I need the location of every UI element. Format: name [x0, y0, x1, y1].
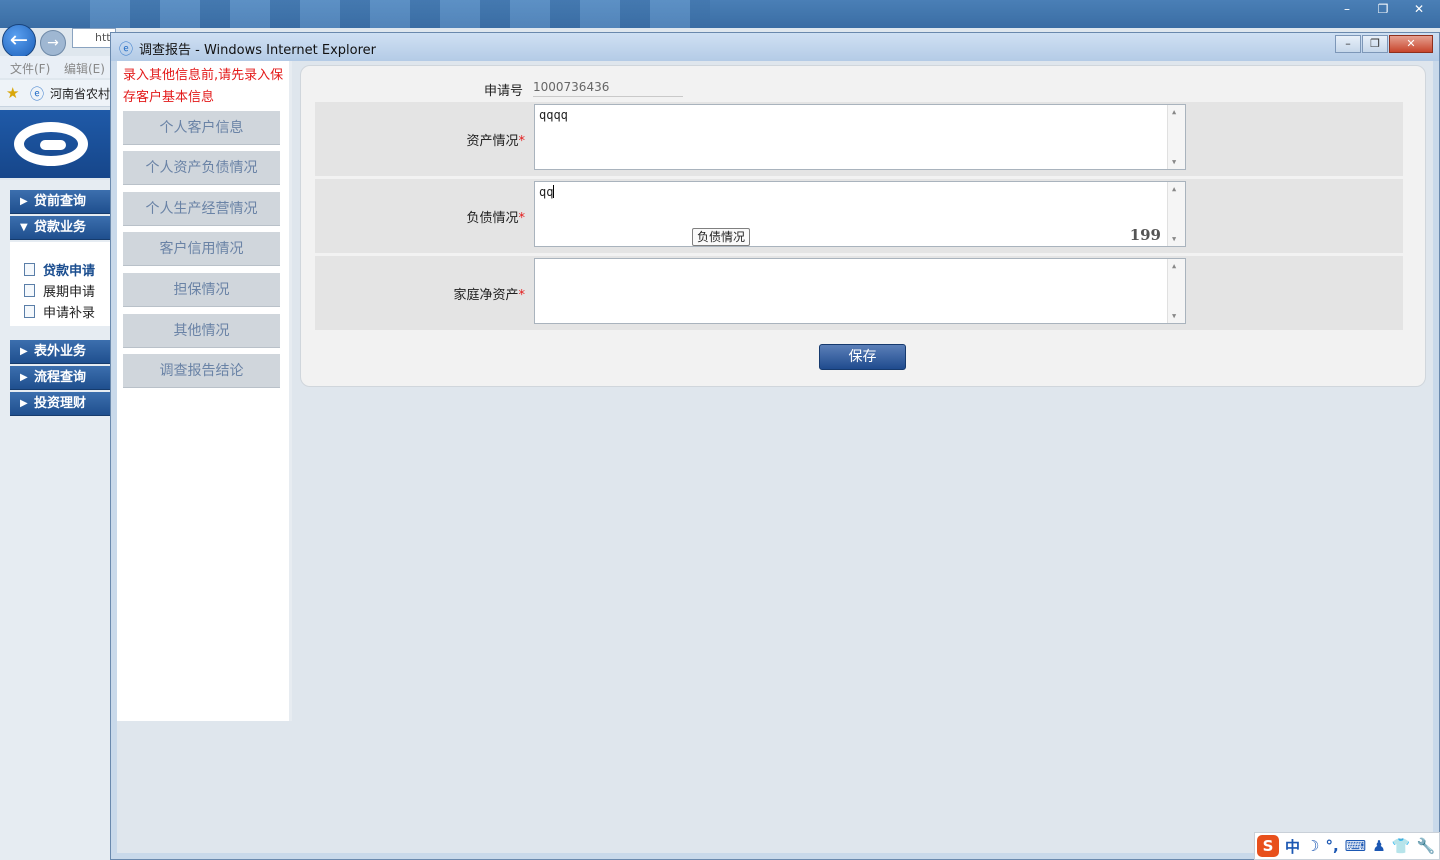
survey-report-window: ⓔ 调查报告 - Windows Internet Explorer – ❐ ✕…	[110, 32, 1440, 860]
debt-tooltip: 负债情况	[692, 228, 751, 246]
background-taskbar-icons	[90, 0, 710, 28]
sidebar-section-loan-business[interactable]: ▼ 贷款业务	[10, 216, 110, 240]
textarea-scrollbar[interactable]	[1167, 182, 1185, 246]
skin-icon[interactable]: 👕	[1392, 837, 1411, 855]
document-icon	[24, 305, 35, 318]
triangle-right-icon: ▶	[20, 346, 28, 357]
favorites-star-icon[interactable]: ★	[6, 84, 19, 102]
menu-file[interactable]: 文件(F)	[10, 60, 50, 77]
document-icon	[24, 284, 35, 297]
report-nav-panel: 录入其他信息前,请先录入保存客户基本信息 个人客户信息 个人资产负债情况 个人生…	[117, 61, 292, 721]
arrow-left-icon: ←	[9, 28, 29, 53]
sidebar-section-label: 贷前查询	[34, 194, 87, 209]
triangle-right-icon: ▶	[20, 398, 28, 409]
background-window-controls: – ❐ ✕	[1330, 0, 1436, 18]
sidebar-item-extension-apply[interactable]: 展期申请	[24, 281, 95, 300]
half-width-icon[interactable]: ☽	[1306, 837, 1319, 855]
settings-wrench-icon[interactable]: 🔧	[1416, 837, 1435, 855]
minimize-button[interactable]: –	[1335, 35, 1361, 53]
window-title: 调查报告 - Windows Internet Explorer	[139, 43, 376, 58]
sidebar-section-label: 投资理财	[34, 396, 87, 411]
sidebar-section-investment[interactable]: ▶ 投资理财	[10, 392, 110, 416]
sidebar-section-label: 贷款业务	[34, 220, 87, 235]
background-window-titlebar: – ❐ ✕	[0, 0, 1440, 28]
back-button[interactable]: ←	[2, 24, 36, 58]
popup-content: 录入其他信息前,请先录入保存客户基本信息 个人客户信息 个人资产负债情况 个人生…	[117, 61, 1433, 853]
sidebar-section-process-query[interactable]: ▶ 流程查询	[10, 366, 110, 390]
popup-window-controls: – ❐ ✕	[1334, 35, 1433, 53]
asset-textarea[interactable]: qqqq	[534, 104, 1186, 170]
net-assets-textarea[interactable]	[534, 258, 1186, 324]
net-assets-label: 家庭净资产*	[453, 288, 525, 303]
nav-other[interactable]: 其他情况	[123, 314, 280, 348]
sidebar-submenu: 贷款申请 展期申请 申请补录	[10, 242, 110, 326]
net-assets-row: 家庭净资产*	[315, 256, 1403, 330]
sidebar-item-apply-supplement[interactable]: 申请补录	[24, 302, 95, 321]
chinese-mode-icon[interactable]: 中	[1285, 836, 1300, 857]
popup-titlebar: ⓔ 调查报告 - Windows Internet Explorer – ❐ ✕	[111, 33, 1439, 61]
close-button[interactable]: ✕	[1402, 0, 1436, 18]
application-number-value: 1000736436	[533, 80, 683, 97]
sidebar-item-label: 展期申请	[43, 285, 96, 300]
sogou-logo-icon[interactable]: S	[1257, 835, 1279, 857]
nav-report-conclusion[interactable]: 调查报告结论	[123, 354, 280, 388]
sidebar-section-off-balance[interactable]: ▶ 表外业务	[10, 340, 110, 364]
nav-credit-status[interactable]: 客户信用情况	[123, 232, 280, 266]
bank-logo-icon	[14, 122, 88, 166]
favorite-link[interactable]: 河南省农村	[50, 85, 110, 102]
sidebar-section-label: 流程查询	[34, 370, 87, 385]
document-icon	[24, 263, 35, 276]
menu-bar: 文件(F) 编辑(E)	[0, 56, 112, 78]
debt-row: 负债情况* qq 负债情况 199	[315, 179, 1403, 253]
save-button[interactable]: 保存	[819, 344, 906, 370]
nav-business-operations[interactable]: 个人生产经营情况	[123, 192, 280, 226]
forward-button[interactable]: →	[40, 30, 66, 56]
textarea-scrollbar[interactable]	[1167, 105, 1185, 169]
char-counter: 199	[1129, 226, 1161, 244]
menu-edit[interactable]: 编辑(E)	[64, 60, 105, 77]
main-sidebar: ▶ 贷前查询 ▼ 贷款业务 贷款申请 展期申请 申请补录 ▶ 表外业务 ▶ 流程…	[0, 180, 112, 860]
application-number-label: 申请号	[483, 84, 523, 99]
textarea-scrollbar[interactable]	[1167, 259, 1185, 323]
triangle-down-icon: ▼	[20, 222, 28, 233]
favorites-bar: ★ ⓔ 河南省农村	[0, 80, 112, 107]
assets-liabilities-form: 申请号 1000736436 资产情况* qqqq 负债情况* qq 负债情况	[300, 65, 1426, 387]
sidebar-section-label: 表外业务	[34, 344, 87, 359]
address-text: htt	[95, 31, 111, 44]
sidebar-item-loan-apply[interactable]: 贷款申请	[24, 260, 95, 279]
maximize-button[interactable]: ❐	[1366, 0, 1400, 18]
sidebar-item-label: 贷款申请	[43, 264, 96, 279]
sidebar-section-pre-loan[interactable]: ▶ 贷前查询	[10, 190, 110, 214]
punctuation-icon[interactable]: °,	[1325, 837, 1338, 855]
ie-icon: ⓔ	[30, 87, 44, 103]
triangle-right-icon: ▶	[20, 196, 28, 207]
minimize-button[interactable]: –	[1330, 0, 1364, 18]
ie-icon: ⓔ	[119, 42, 133, 58]
debt-textarea[interactable]: qq 负债情况 199	[534, 181, 1186, 247]
warning-text: 录入其他信息前,请先录入保存客户基本信息	[123, 68, 284, 105]
asset-label: 资产情况*	[466, 134, 525, 149]
arrow-right-icon: →	[47, 35, 59, 51]
bank-logo-banner	[0, 110, 112, 178]
triangle-right-icon: ▶	[20, 372, 28, 383]
keyboard-icon[interactable]: ⌨	[1345, 837, 1367, 855]
user-icon[interactable]: ♟	[1372, 837, 1385, 855]
nav-personal-info[interactable]: 个人客户信息	[123, 111, 280, 145]
debt-label: 负债情况*	[466, 211, 525, 226]
text-cursor	[553, 185, 555, 198]
ime-toolbar: S 中 ☽ °, ⌨ ♟ 👕 🔧	[1254, 832, 1440, 860]
close-button[interactable]: ✕	[1389, 35, 1433, 53]
nav-guarantee[interactable]: 担保情况	[123, 273, 280, 307]
asset-row: 资产情况* qqqq	[315, 102, 1403, 176]
maximize-button[interactable]: ❐	[1362, 35, 1388, 53]
sidebar-item-label: 申请补录	[43, 306, 96, 321]
nav-assets-liabilities[interactable]: 个人资产负债情况	[123, 151, 280, 185]
